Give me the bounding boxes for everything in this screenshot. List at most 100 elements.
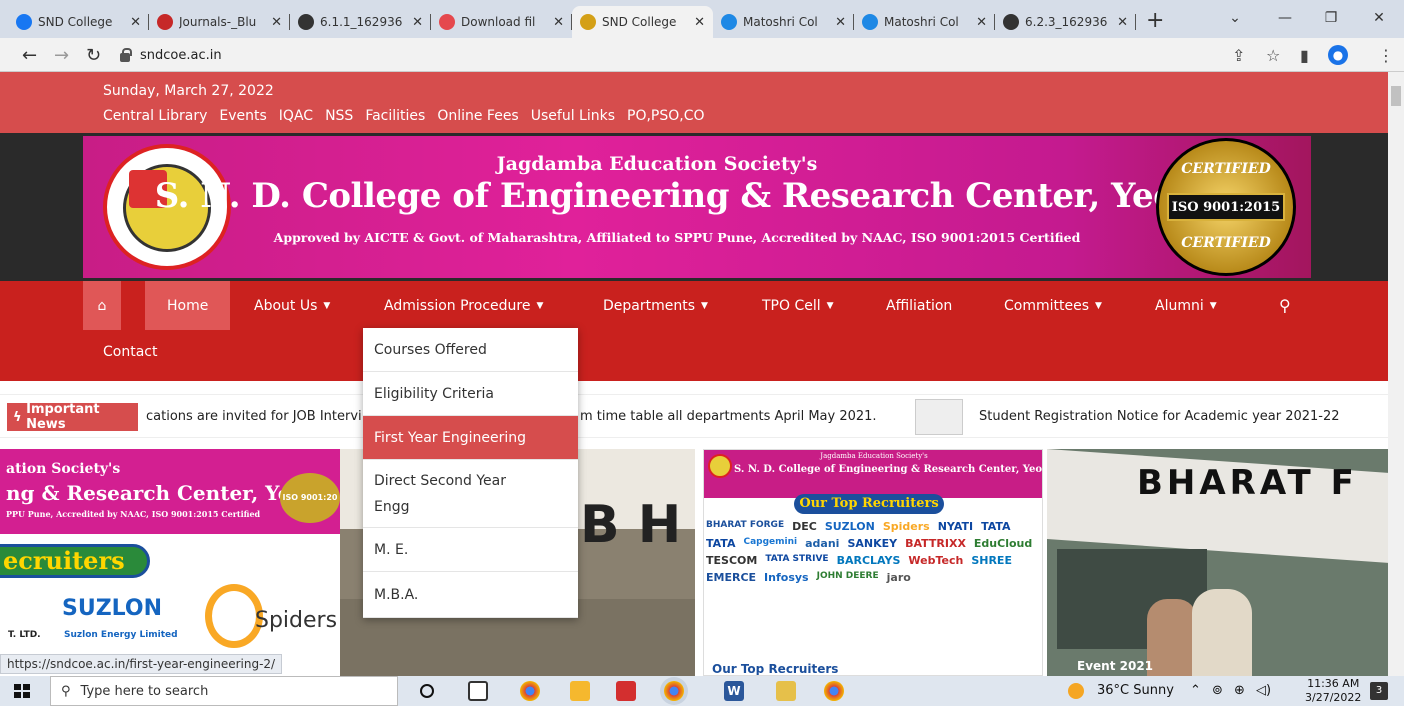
side-panel-icon[interactable]: ▮ [1300,46,1309,65]
cortana-icon[interactable] [420,684,434,698]
browser-tab[interactable]: 6.1.1_162936 ✕ [290,6,431,38]
site-banner: Jagdamba Education Society's S. N. D. Co… [0,133,1388,281]
top-recruiters-slide[interactable]: Jagdamba Education Society's S. N. D. Co… [703,449,1043,676]
tray-chevron-icon[interactable]: ⌃ [1190,683,1201,698]
task-view-icon[interactable] [468,681,488,701]
recruiter-logo: WebTech [908,554,964,567]
slide-text: Jagdamba Education Society's [820,452,928,460]
tab-close-icon[interactable]: ✕ [130,15,141,30]
caret-down-icon: ▼ [826,300,834,311]
windows-taskbar: ⚲ Type here to search W 36°C Sunny ⌃ ⊚ ⊕ … [0,676,1404,706]
notification-center-icon[interactable]: 3 [1370,682,1388,700]
recruiter-logo: jaro [886,571,911,584]
nav-affiliation[interactable]: Affiliation [882,281,956,330]
tab-close-icon[interactable]: ✕ [976,15,987,30]
browser-tab[interactable]: Matoshri Col ✕ [713,6,854,38]
chrome-icon[interactable] [520,681,540,701]
iso-certified-badge: CERTIFIED ISO 9001:2015 CERTIFIED [1156,138,1296,276]
browser-tab[interactable]: Journals-_Blu ✕ [149,6,290,38]
address-bar[interactable]: sndcoe.ac.in [120,43,1220,67]
dropdown-item[interactable]: M. E. [363,528,578,572]
tray-volume-icon[interactable]: ◁) [1256,683,1271,698]
chrome-active-icon[interactable] [664,681,684,701]
event-photo-slide[interactable]: BHARAT F Event 2021 [1047,449,1388,676]
share-icon[interactable]: ⇪ [1232,46,1245,65]
tab-search-icon[interactable]: ⌄ [1212,0,1258,36]
nav-home[interactable]: Home [145,281,231,330]
weather-text[interactable]: 36°C Sunny [1097,683,1174,698]
url-text[interactable]: sndcoe.ac.in [140,48,222,63]
installer-icon[interactable] [776,681,796,701]
top-link[interactable]: NSS [325,108,353,124]
windows-start-icon[interactable] [14,684,30,698]
page-scrollbar[interactable] [1388,72,1404,676]
tab-close-icon[interactable]: ✕ [271,15,282,30]
dropdown-item[interactable]: Direct Second Year Engg [363,460,578,528]
file-explorer-icon[interactable] [570,681,590,701]
reload-icon[interactable]: ↻ [86,45,101,66]
nav-alumni[interactable]: Alumni ▼ [1151,281,1221,330]
top-link[interactable]: Events [219,108,266,124]
slide-text: Suzlon Energy Limited [64,630,178,640]
slide-text: B H [580,495,682,555]
nav-committees[interactable]: Committees ▼ [1000,281,1106,330]
search-icon[interactable]: ⚲ [1275,281,1295,330]
top-link[interactable]: Online Fees [437,108,518,124]
browser-tab[interactable]: SND College ✕ [572,6,713,38]
tray-network-icon[interactable]: ⊚ [1212,683,1223,698]
tab-close-icon[interactable]: ✕ [694,15,705,30]
news-thumbnail [915,399,963,435]
news-item[interactable]: m time table all departments April May 2… [580,409,877,424]
dropdown-item[interactable]: Courses Offered [363,328,578,372]
tab-title: Matoshri Col [884,15,959,29]
dropdown-item[interactable]: First Year Engineering [363,416,578,460]
recruiter-logo: BARCLAYS [836,554,901,567]
tab-close-icon[interactable]: ✕ [412,15,423,30]
recruiter-logo: DEC [792,520,817,533]
nav-contact[interactable]: Contact [103,344,157,360]
top-link[interactable]: PO,PSO,CO [627,108,705,124]
forward-icon[interactable]: → [54,45,69,66]
taskbar-search[interactable]: ⚲ Type here to search [50,676,398,706]
recruiters-slide-left[interactable]: ation Society's ng & Research Center, Ye… [0,449,340,676]
tab-close-icon[interactable]: ✕ [1117,15,1128,30]
home-icon[interactable]: ⌂ [83,281,121,330]
dropdown-item[interactable]: Eligibility Criteria [363,372,578,416]
browser-tab[interactable]: Download fil ✕ [431,6,572,38]
nav-about-us[interactable]: About Us ▼ [250,281,334,330]
nav-tpo-cell[interactable]: TPO Cell ▼ [758,281,838,330]
top-link[interactable]: Useful Links [531,108,615,124]
scrollbar-thumb[interactable] [1391,86,1401,106]
browser-tab[interactable]: SND College ✕ [8,6,149,38]
top-link[interactable]: IQAC [279,108,313,124]
news-item[interactable]: Student Registration Notice for Academic… [979,409,1340,424]
top-link[interactable]: Facilities [365,108,425,124]
chrome-icon[interactable] [824,681,844,701]
close-window-icon[interactable]: ✕ [1356,0,1402,36]
minimize-icon[interactable]: — [1262,0,1308,36]
tab-close-icon[interactable]: ✕ [553,15,564,30]
bookmark-star-icon[interactable]: ☆ [1266,46,1280,65]
restore-icon[interactable]: ❐ [1308,0,1354,36]
caret-down-icon: ▼ [536,300,544,311]
recruiter-logo: NYATI [937,520,974,533]
back-icon[interactable]: ← [22,45,37,66]
news-item[interactable]: cations are invited for JOB Intervi [146,409,362,424]
tray-language-icon[interactable]: ⊕ [1234,683,1245,698]
browser-tab[interactable]: Matoshri Col ✕ [854,6,995,38]
taskbar-clock[interactable]: 11:36 AM 3/27/2022 [1305,677,1361,705]
tab-close-icon[interactable]: ✕ [835,15,846,30]
nav-departments[interactable]: Departments ▼ [599,281,712,330]
recruiter-logo: SANKEY [847,537,898,550]
caret-down-icon: ▼ [1209,300,1217,311]
dropdown-item[interactable]: M.B.A. [363,572,578,618]
recruiter-logo: JOHN DEERE [816,571,879,581]
browser-tab[interactable]: 6.2.3_162936 ✕ [995,6,1136,38]
top-link[interactable]: Central Library [103,108,207,124]
acrobat-icon[interactable] [616,681,636,701]
word-icon[interactable]: W [724,681,744,701]
menu-kebab-icon[interactable]: ⋮ [1378,46,1394,65]
new-tab-button[interactable]: + [1136,6,1174,38]
profile-avatar-icon[interactable]: ● [1328,45,1348,65]
nav-admission-procedure[interactable]: Admission Procedure ▼ [380,281,547,330]
